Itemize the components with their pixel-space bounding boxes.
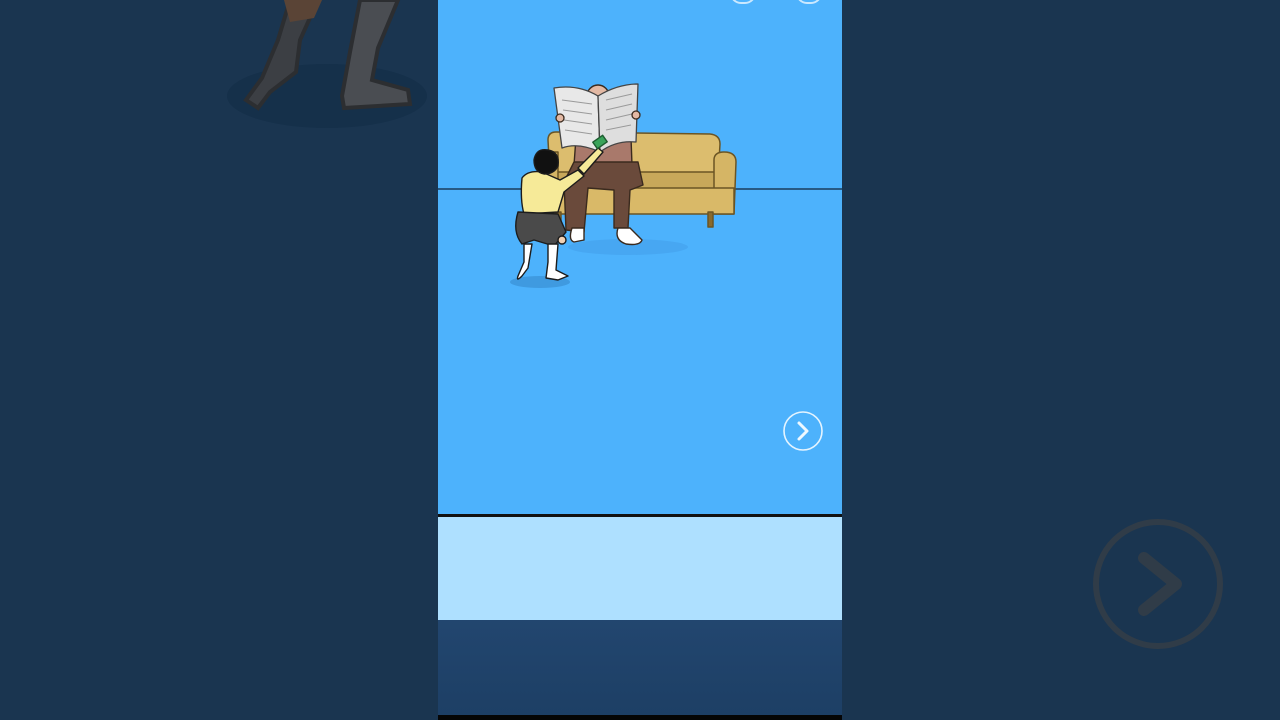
game-viewport xyxy=(438,0,842,720)
blurred-next-icon xyxy=(1092,518,1224,650)
blurred-legs-illustration xyxy=(227,0,427,128)
blurred-background-right xyxy=(842,0,1280,720)
next-button[interactable] xyxy=(783,411,823,451)
chevron-right-icon xyxy=(783,411,823,451)
answer-panel[interactable] xyxy=(438,517,842,620)
bottom-bar xyxy=(438,620,842,715)
scene-illustration xyxy=(438,83,842,288)
blurred-background-left xyxy=(0,0,438,720)
bottom-edge xyxy=(438,715,842,720)
